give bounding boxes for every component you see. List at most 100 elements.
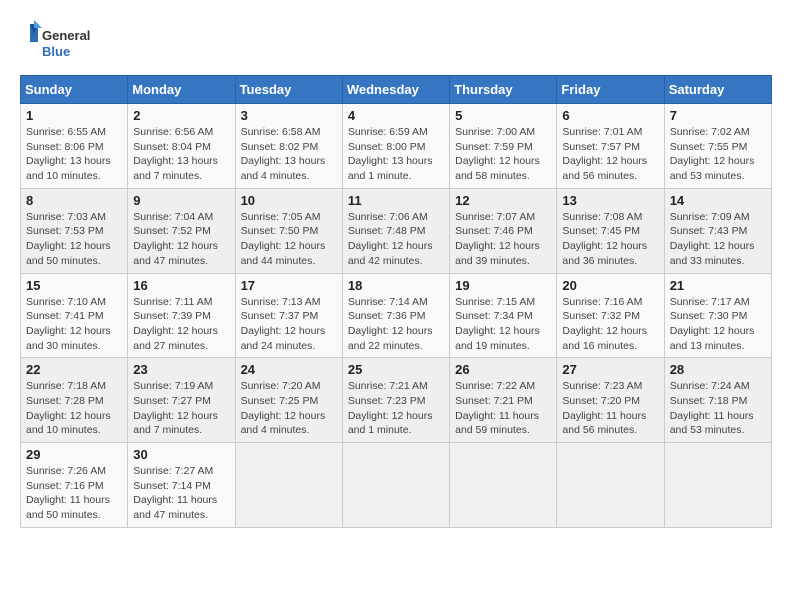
calendar-cell: 3Sunrise: 6:58 AM Sunset: 8:02 PM Daylig… [235, 104, 342, 189]
day-info: Sunrise: 7:27 AM Sunset: 7:14 PM Dayligh… [133, 464, 229, 523]
calendar-week-2: 8 Sunrise: 7:03 AM Sunset: 7:53 PM Daylig… [21, 188, 772, 273]
day-info: Sunrise: 7:15 AM Sunset: 7:34 PM Dayligh… [455, 295, 551, 354]
day-number: 9 [133, 193, 229, 208]
calendar-week-5: 29Sunrise: 7:26 AM Sunset: 7:16 PM Dayli… [21, 443, 772, 528]
day-info: Sunrise: 7:17 AM Sunset: 7:30 PM Dayligh… [670, 295, 766, 354]
calendar-cell [450, 443, 557, 528]
day-info: Sunrise: 7:21 AM Sunset: 7:23 PM Dayligh… [348, 379, 444, 438]
day-info: Sunrise: 7:10 AM Sunset: 7:41 PM Dayligh… [26, 295, 122, 354]
calendar-cell: 30 Sunrise: 7:27 AM Sunset: 7:14 PM Dayli… [128, 443, 235, 528]
day-info: Sunrise: 7:02 AM Sunset: 7:55 PM Dayligh… [670, 125, 766, 184]
weekday-header-thursday: Thursday [450, 76, 557, 104]
day-info: Sunrise: 7:24 AM Sunset: 7:18 PM Dayligh… [670, 379, 766, 438]
weekday-header-monday: Monday [128, 76, 235, 104]
day-number: 5 [455, 108, 551, 123]
calendar-cell: 24Sunrise: 7:20 AM Sunset: 7:25 PM Dayli… [235, 358, 342, 443]
day-number: 20 [562, 278, 658, 293]
day-number: 23 [133, 362, 229, 377]
day-info: Sunrise: 7:01 AM Sunset: 7:57 PM Dayligh… [562, 125, 658, 184]
day-number: 8 [26, 193, 122, 208]
day-info: Sunrise: 6:59 AM Sunset: 8:00 PM Dayligh… [348, 125, 444, 184]
day-number: 17 [241, 278, 337, 293]
day-number: 28 [670, 362, 766, 377]
svg-text:General: General [42, 28, 90, 43]
day-number: 15 [26, 278, 122, 293]
svg-text:Blue: Blue [42, 44, 70, 59]
day-info: Sunrise: 7:06 AM Sunset: 7:48 PM Dayligh… [348, 210, 444, 269]
calendar-cell: 22 Sunrise: 7:18 AM Sunset: 7:28 PM Dayli… [21, 358, 128, 443]
weekday-header-wednesday: Wednesday [342, 76, 449, 104]
calendar-cell [557, 443, 664, 528]
day-number: 13 [562, 193, 658, 208]
calendar-cell: 6 Sunrise: 7:01 AM Sunset: 7:57 PM Daylig… [557, 104, 664, 189]
day-info: Sunrise: 7:13 AM Sunset: 7:37 PM Dayligh… [241, 295, 337, 354]
calendar-cell: 5 Sunrise: 7:00 AM Sunset: 7:59 PM Daylig… [450, 104, 557, 189]
day-info: Sunrise: 7:09 AM Sunset: 7:43 PM Dayligh… [670, 210, 766, 269]
calendar-cell: 25 Sunrise: 7:21 AM Sunset: 7:23 PM Dayli… [342, 358, 449, 443]
calendar-cell: 17 Sunrise: 7:13 AM Sunset: 7:37 PM Dayli… [235, 273, 342, 358]
calendar-cell [664, 443, 771, 528]
day-number: 26 [455, 362, 551, 377]
calendar-table: SundayMondayTuesdayWednesdayThursdayFrid… [20, 75, 772, 528]
day-number: 24 [241, 362, 337, 377]
day-number: 2 [133, 108, 229, 123]
weekday-header-saturday: Saturday [664, 76, 771, 104]
day-info: Sunrise: 6:56 AM Sunset: 8:04 PM Dayligh… [133, 125, 229, 184]
day-number: 21 [670, 278, 766, 293]
day-number: 16 [133, 278, 229, 293]
calendar-cell: 23 Sunrise: 7:19 AM Sunset: 7:27 PM Dayli… [128, 358, 235, 443]
day-number: 6 [562, 108, 658, 123]
calendar-cell [235, 443, 342, 528]
calendar-cell: 20 Sunrise: 7:16 AM Sunset: 7:32 PM Dayli… [557, 273, 664, 358]
calendar-cell [342, 443, 449, 528]
day-number: 12 [455, 193, 551, 208]
day-number: 4 [348, 108, 444, 123]
calendar-cell: 26 Sunrise: 7:22 AM Sunset: 7:21 PM Dayli… [450, 358, 557, 443]
calendar-week-1: 1 Sunrise: 6:55 AM Sunset: 8:06 PM Daylig… [21, 104, 772, 189]
logo-svg: General Blue [20, 20, 100, 65]
day-number: 1 [26, 108, 122, 123]
calendar-cell: 2 Sunrise: 6:56 AM Sunset: 8:04 PM Daylig… [128, 104, 235, 189]
day-number: 14 [670, 193, 766, 208]
calendar-cell: 11Sunrise: 7:06 AM Sunset: 7:48 PM Dayli… [342, 188, 449, 273]
calendar-cell: 8 Sunrise: 7:03 AM Sunset: 7:53 PM Daylig… [21, 188, 128, 273]
day-number: 22 [26, 362, 122, 377]
calendar-cell: 28 Sunrise: 7:24 AM Sunset: 7:18 PM Dayli… [664, 358, 771, 443]
day-info: Sunrise: 6:55 AM Sunset: 8:06 PM Dayligh… [26, 125, 122, 184]
calendar-cell: 15 Sunrise: 7:10 AM Sunset: 7:41 PM Dayli… [21, 273, 128, 358]
calendar-cell: 1 Sunrise: 6:55 AM Sunset: 8:06 PM Daylig… [21, 104, 128, 189]
day-info: Sunrise: 7:18 AM Sunset: 7:28 PM Dayligh… [26, 379, 122, 438]
day-number: 18 [348, 278, 444, 293]
day-info: Sunrise: 7:26 AM Sunset: 7:16 PM Dayligh… [26, 464, 122, 523]
day-info: Sunrise: 7:04 AM Sunset: 7:52 PM Dayligh… [133, 210, 229, 269]
day-info: Sunrise: 7:19 AM Sunset: 7:27 PM Dayligh… [133, 379, 229, 438]
day-info: Sunrise: 7:00 AM Sunset: 7:59 PM Dayligh… [455, 125, 551, 184]
day-info: Sunrise: 7:05 AM Sunset: 7:50 PM Dayligh… [241, 210, 337, 269]
calendar-cell: 7 Sunrise: 7:02 AM Sunset: 7:55 PM Daylig… [664, 104, 771, 189]
weekday-header-friday: Friday [557, 76, 664, 104]
weekday-row: SundayMondayTuesdayWednesdayThursdayFrid… [21, 76, 772, 104]
day-info: Sunrise: 7:07 AM Sunset: 7:46 PM Dayligh… [455, 210, 551, 269]
day-number: 27 [562, 362, 658, 377]
day-info: Sunrise: 7:22 AM Sunset: 7:21 PM Dayligh… [455, 379, 551, 438]
day-info: Sunrise: 7:03 AM Sunset: 7:53 PM Dayligh… [26, 210, 122, 269]
calendar-cell: 14 Sunrise: 7:09 AM Sunset: 7:43 PM Dayli… [664, 188, 771, 273]
logo: General Blue [20, 20, 100, 65]
calendar-body: 1 Sunrise: 6:55 AM Sunset: 8:06 PM Daylig… [21, 104, 772, 528]
calendar-cell: 21 Sunrise: 7:17 AM Sunset: 7:30 PM Dayli… [664, 273, 771, 358]
day-number: 19 [455, 278, 551, 293]
calendar-cell: 18Sunrise: 7:14 AM Sunset: 7:36 PM Dayli… [342, 273, 449, 358]
weekday-header-tuesday: Tuesday [235, 76, 342, 104]
day-number: 25 [348, 362, 444, 377]
calendar-cell: 4 Sunrise: 6:59 AM Sunset: 8:00 PM Daylig… [342, 104, 449, 189]
day-info: Sunrise: 7:08 AM Sunset: 7:45 PM Dayligh… [562, 210, 658, 269]
day-number: 30 [133, 447, 229, 462]
calendar-week-4: 22 Sunrise: 7:18 AM Sunset: 7:28 PM Dayli… [21, 358, 772, 443]
day-number: 7 [670, 108, 766, 123]
day-number: 3 [241, 108, 337, 123]
calendar-header: SundayMondayTuesdayWednesdayThursdayFrid… [21, 76, 772, 104]
calendar-cell: 10Sunrise: 7:05 AM Sunset: 7:50 PM Dayli… [235, 188, 342, 273]
day-info: Sunrise: 7:23 AM Sunset: 7:20 PM Dayligh… [562, 379, 658, 438]
calendar-week-3: 15 Sunrise: 7:10 AM Sunset: 7:41 PM Dayli… [21, 273, 772, 358]
day-info: Sunrise: 7:16 AM Sunset: 7:32 PM Dayligh… [562, 295, 658, 354]
